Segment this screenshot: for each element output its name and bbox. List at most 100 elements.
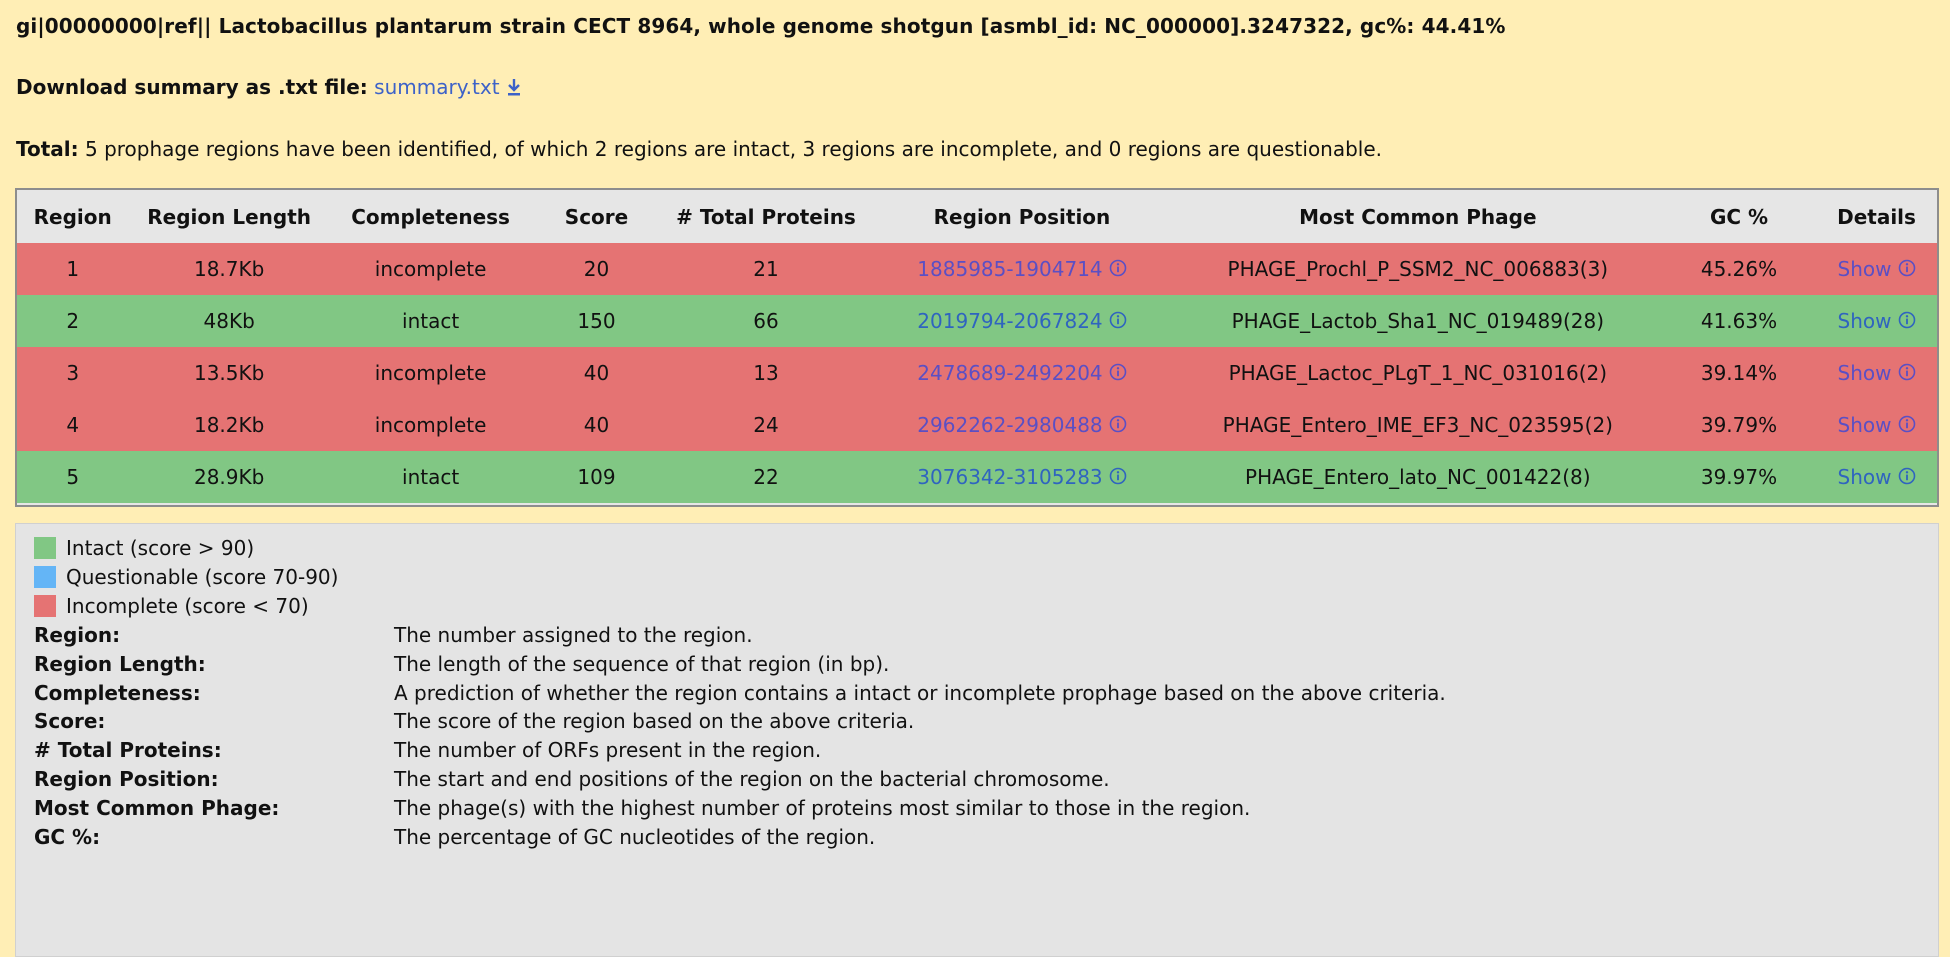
legend-item: Incomplete (score < 70) bbox=[34, 594, 309, 618]
column-header-gc: GC % bbox=[1661, 190, 1817, 243]
most-common-phage-cell: PHAGE_Prochl_P_SSM2_NC_006883(3) bbox=[1173, 243, 1662, 295]
info-icon[interactable] bbox=[1109, 362, 1127, 386]
show-details-link[interactable]: Show bbox=[1838, 465, 1892, 489]
region-position-link[interactable]: 2478689-2492204 bbox=[917, 361, 1102, 385]
definition-term: # Total Proteins: bbox=[34, 738, 222, 763]
most-common-phage-cell: PHAGE_Entero_lato_NC_001422(8) bbox=[1173, 451, 1662, 503]
region-position-link[interactable]: 3076342-3105283 bbox=[917, 465, 1102, 489]
column-header-most-common-phage: Most Common Phage bbox=[1173, 190, 1662, 243]
info-icon[interactable] bbox=[1898, 466, 1916, 490]
download-summary-link[interactable]: summary.txt bbox=[374, 75, 499, 99]
region-length-cell: 18.7Kb bbox=[128, 243, 330, 295]
details-cell: Show bbox=[1816, 295, 1937, 347]
details-cell: Show bbox=[1816, 347, 1937, 399]
region-length-cell: 28.9Kb bbox=[128, 451, 330, 503]
score-cell: 40 bbox=[531, 347, 662, 399]
score-cell: 150 bbox=[531, 295, 662, 347]
score-cell: 109 bbox=[531, 451, 662, 503]
definition-description: The phage(s) with the highest number of … bbox=[394, 795, 1251, 820]
total-summary: Total: 5 prophage regions have been iden… bbox=[16, 137, 1382, 161]
region-position-cell: 2019794-2067824 bbox=[870, 295, 1174, 347]
gc-percent-cell: 41.63% bbox=[1661, 295, 1817, 347]
most-common-phage-cell: PHAGE_Lactob_Sha1_NC_019489(28) bbox=[1173, 295, 1662, 347]
completeness-cell: incomplete bbox=[329, 399, 532, 451]
genome-title: gi|00000000|ref|| Lactobacillus plantaru… bbox=[16, 14, 1506, 38]
legend-label: Intact (score > 90) bbox=[66, 536, 255, 560]
region-cell: 5 bbox=[17, 451, 129, 503]
region-length-cell: 13.5Kb bbox=[128, 347, 330, 399]
info-icon[interactable] bbox=[1898, 362, 1916, 386]
legend-panel: Intact (score > 90) Questionable (score 7… bbox=[15, 523, 1939, 957]
page: gi|00000000|ref|| Lactobacillus plantaru… bbox=[0, 0, 1950, 957]
region-position-link[interactable]: 2962262-2980488 bbox=[917, 413, 1102, 437]
region-position-cell: 1885985-1904714 bbox=[870, 243, 1174, 295]
definition-description: The score of the region based on the abo… bbox=[394, 709, 915, 734]
score-cell: 40 bbox=[531, 399, 662, 451]
download-label: Download summary as .txt file: bbox=[16, 75, 368, 99]
legend-item: Questionable (score 70-90) bbox=[34, 565, 338, 589]
total-proteins-cell: 13 bbox=[661, 347, 871, 399]
region-position-cell: 2478689-2492204 bbox=[870, 347, 1174, 399]
total-proteins-cell: 22 bbox=[661, 451, 871, 503]
completeness-cell: incomplete bbox=[329, 243, 532, 295]
column-header-score: Score bbox=[531, 190, 662, 243]
region-cell: 4 bbox=[17, 399, 129, 451]
table-body: 1 18.7Kb incomplete 20 21 1885985-1904714 PHAG… bbox=[17, 243, 1937, 503]
most-common-phage-cell: PHAGE_Entero_IME_EF3_NC_023595(2) bbox=[1173, 399, 1662, 451]
region-cell: 1 bbox=[17, 243, 129, 295]
definition-term: Most Common Phage: bbox=[34, 795, 280, 820]
total-proteins-cell: 24 bbox=[661, 399, 871, 451]
definition-description: The number of ORFs present in the region… bbox=[394, 738, 822, 763]
definition-description: A prediction of whether the region conta… bbox=[394, 680, 1446, 705]
show-details-link[interactable]: Show bbox=[1838, 413, 1892, 437]
gc-percent-cell: 39.79% bbox=[1661, 399, 1817, 451]
table-row: 4 18.2Kb incomplete 40 24 2962262-2980488 PHAG… bbox=[17, 399, 1937, 451]
region-cell: 3 bbox=[17, 347, 129, 399]
region-position-cell: 3076342-3105283 bbox=[870, 451, 1174, 503]
details-cell: Show bbox=[1816, 451, 1937, 503]
column-header-total-proteins: # Total Proteins bbox=[661, 190, 871, 243]
column-header-details: Details bbox=[1816, 190, 1937, 243]
total-proteins-cell: 21 bbox=[661, 243, 871, 295]
table-row: 3 13.5Kb incomplete 40 13 2478689-2492204 PHAG… bbox=[17, 347, 1937, 399]
show-details-link[interactable]: Show bbox=[1838, 361, 1892, 385]
score-cell: 20 bbox=[531, 243, 662, 295]
most-common-phage-cell: PHAGE_Lactoc_PLgT_1_NC_031016(2) bbox=[1173, 347, 1662, 399]
column-header-region-length: Region Length bbox=[128, 190, 330, 243]
show-details-link[interactable]: Show bbox=[1838, 257, 1892, 281]
legend-swatch bbox=[34, 595, 56, 617]
definition-term: Region: bbox=[34, 623, 121, 647]
download-icon[interactable] bbox=[506, 77, 522, 101]
completeness-cell: intact bbox=[329, 451, 532, 503]
info-icon[interactable] bbox=[1898, 310, 1916, 334]
definition-term: Score: bbox=[34, 709, 106, 734]
gc-percent-cell: 39.97% bbox=[1661, 451, 1817, 503]
column-header-region-position: Region Position bbox=[870, 190, 1174, 243]
info-icon[interactable] bbox=[1109, 466, 1127, 490]
legend-label: Incomplete (score < 70) bbox=[66, 594, 309, 618]
definition-term: GC %: bbox=[34, 824, 101, 849]
region-position-link[interactable]: 2019794-2067824 bbox=[917, 309, 1102, 333]
info-icon[interactable] bbox=[1109, 310, 1127, 334]
table-row: 1 18.7Kb incomplete 20 21 1885985-1904714 PHAG… bbox=[17, 243, 1937, 295]
info-icon[interactable] bbox=[1898, 258, 1916, 282]
column-header-completeness: Completeness bbox=[329, 190, 532, 243]
definition-description: The number assigned to the region. bbox=[394, 623, 753, 647]
info-icon[interactable] bbox=[1109, 258, 1127, 282]
region-cell: 2 bbox=[17, 295, 129, 347]
gc-percent-cell: 45.26% bbox=[1661, 243, 1817, 295]
completeness-cell: incomplete bbox=[329, 347, 532, 399]
total-proteins-cell: 66 bbox=[661, 295, 871, 347]
definition-description: The start and end positions of the regio… bbox=[394, 767, 1110, 791]
legend-swatch bbox=[34, 566, 56, 588]
definition-term: Completeness: bbox=[34, 680, 201, 705]
info-icon[interactable] bbox=[1109, 414, 1127, 438]
region-position-link[interactable]: 1885985-1904714 bbox=[917, 257, 1102, 281]
total-text: 5 prophage regions have been identified,… bbox=[78, 137, 1383, 161]
definition-term: Region Length: bbox=[34, 651, 206, 676]
definition-term: Region Position: bbox=[34, 767, 219, 791]
legend-item: Intact (score > 90) bbox=[34, 536, 254, 560]
show-details-link[interactable]: Show bbox=[1838, 309, 1892, 333]
info-icon[interactable] bbox=[1898, 414, 1916, 438]
table-row: 5 28.9Kb intact 109 22 3076342-3105283 PHAGE_E… bbox=[17, 451, 1937, 503]
